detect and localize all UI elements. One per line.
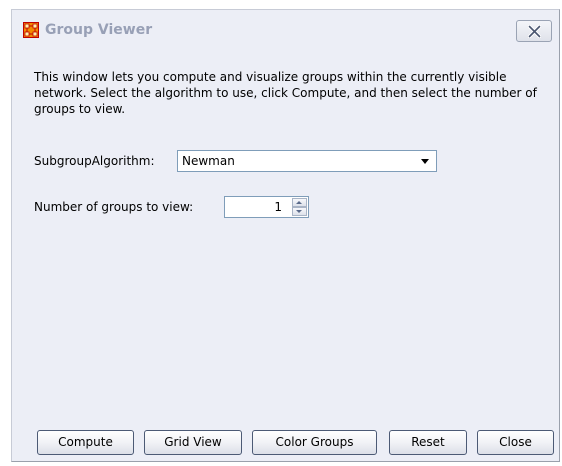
compute-button[interactable]: Compute	[37, 430, 134, 455]
number-of-groups-spinner[interactable]: 1	[224, 196, 309, 218]
subgroup-algorithm-select[interactable]: Newman	[177, 150, 437, 172]
chevron-down-icon	[421, 159, 429, 164]
color-groups-button[interactable]: Color Groups	[252, 430, 377, 455]
group-viewer-app-icon	[23, 22, 39, 38]
title-bar[interactable]: Group Viewer	[12, 10, 559, 50]
close-button[interactable]: Close	[477, 430, 554, 455]
number-of-groups-value: 1	[274, 200, 282, 214]
spinner-decrement-button[interactable]	[292, 207, 307, 216]
window-description: This window lets you compute and visuali…	[34, 70, 537, 116]
subgroup-algorithm-label: SubgroupAlgorithm:	[34, 154, 155, 168]
close-window-button[interactable]	[516, 20, 552, 42]
reset-button[interactable]: Reset	[389, 430, 467, 455]
grid-view-button[interactable]: Grid View	[144, 430, 242, 455]
group-viewer-window: Group Viewer This window lets you comput…	[11, 9, 560, 462]
window-title: Group Viewer	[45, 22, 153, 38]
subgroup-algorithm-value: Newman	[182, 154, 235, 168]
number-of-groups-label: Number of groups to view:	[34, 200, 194, 214]
spinner-increment-button[interactable]	[292, 198, 307, 207]
arrow-up-icon	[296, 201, 302, 204]
arrow-down-icon	[296, 210, 302, 213]
